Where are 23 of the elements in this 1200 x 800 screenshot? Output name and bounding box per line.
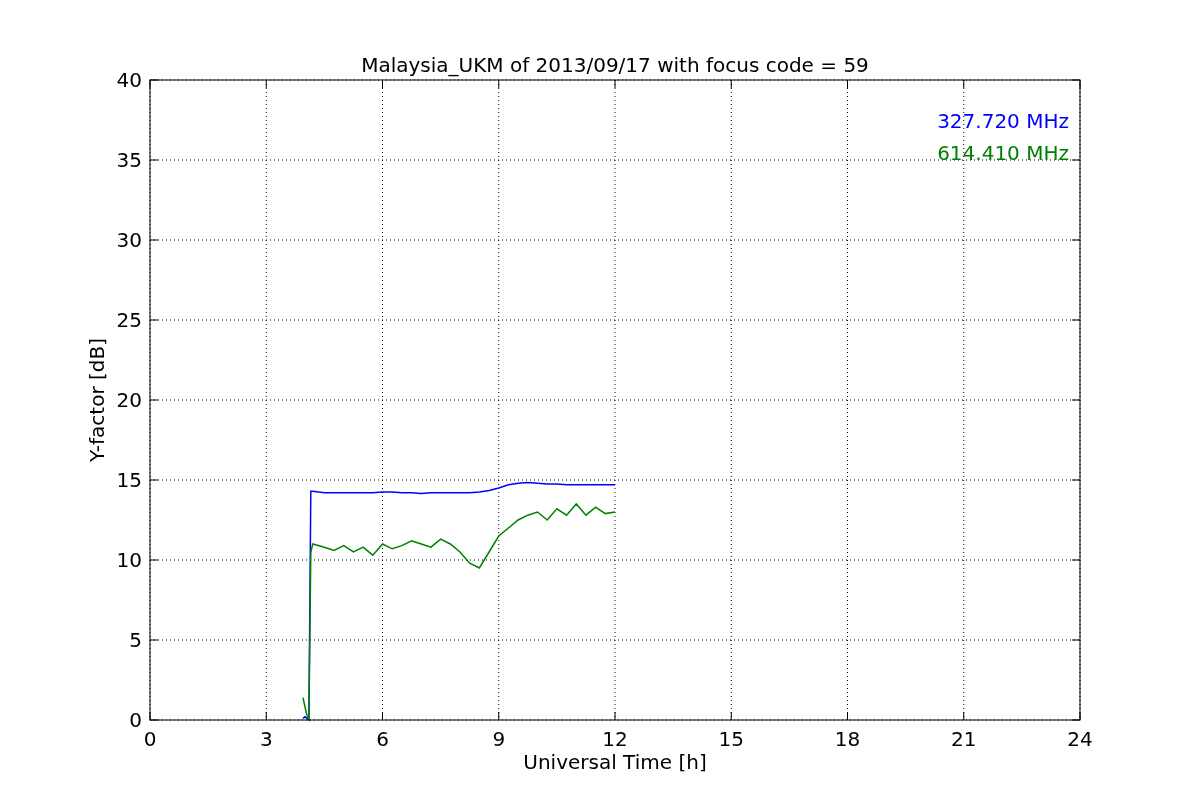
x-tick-label: 21 (951, 727, 977, 751)
y-tick-label: 40 (116, 68, 142, 92)
y-tick-label: 5 (129, 628, 142, 652)
x-tick-label: 24 (1067, 727, 1093, 751)
legend-label: 327.720 MHz (937, 109, 1069, 133)
y-tick-label: 25 (116, 308, 142, 332)
x-tick-label: 9 (492, 727, 506, 751)
y-tick-label: 30 (116, 228, 142, 252)
y-axis-label: Y-factor [dB] (85, 338, 109, 462)
x-tick-label: 15 (718, 727, 744, 751)
chart-title: Malaysia_UKM of 2013/09/17 with focus code = 59 (361, 53, 869, 77)
y-tick-label: 15 (116, 468, 142, 492)
y-tick-label: 0 (129, 708, 142, 732)
x-tick-label: 12 (602, 727, 628, 751)
y-tick-label: 20 (116, 388, 142, 412)
y-tick-label: 10 (116, 548, 142, 572)
legend-label: 614.410 MHz (937, 141, 1069, 165)
x-tick-label: 3 (259, 727, 273, 751)
x-axis-label: Universal Time [h] (523, 750, 707, 774)
x-tick-label: 6 (376, 727, 389, 751)
x-tick-label: 18 (834, 727, 861, 751)
x-tick-label: 0 (143, 727, 157, 751)
y-tick-label: 35 (116, 148, 142, 172)
